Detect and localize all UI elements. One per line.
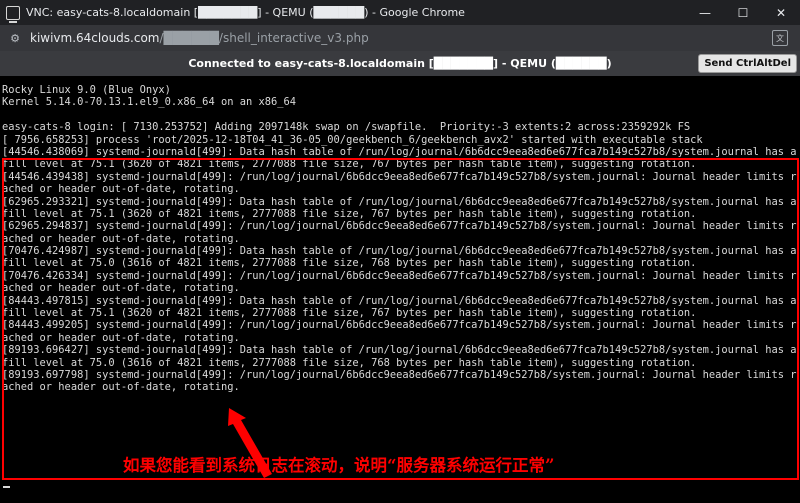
translate-icon[interactable]: 文 — [772, 30, 788, 46]
url-text[interactable]: kiwivm.64clouds.com/██████/shell_interac… — [30, 31, 772, 45]
vnc-console[interactable]: Rocky Linux 9.0 (Blue Onyx) Kernel 5.14.… — [0, 76, 800, 503]
url-path: /██████/shell_interactive_v3.php — [159, 31, 369, 45]
window-titlebar: VNC: easy-cats-8.localdomain [███████] -… — [0, 0, 800, 25]
console-cursor — [3, 486, 10, 488]
site-settings-icon[interactable]: ⚙ — [8, 31, 22, 45]
vnc-window-icon — [6, 5, 20, 23]
connection-status: Connected to easy-cats-8.localdomain [██… — [188, 57, 612, 70]
window-title: VNC: easy-cats-8.localdomain [███████] -… — [26, 6, 465, 19]
ctrl-alt-del-button[interactable]: Send CtrlAltDel — [698, 54, 797, 73]
address-bar[interactable]: ⚙ kiwivm.64clouds.com/██████/shell_inter… — [0, 25, 800, 51]
log-highlight-box — [2, 158, 799, 480]
vnc-toolbar: Connected to easy-cats-8.localdomain [██… — [0, 51, 800, 76]
minimize-button[interactable]: — — [686, 0, 724, 25]
url-host: kiwivm.64clouds.com — [30, 31, 160, 45]
annotation-caption: 如果您能看到系统日志在滚动，说明“服务器系统运行正常” — [123, 456, 555, 475]
console-line: [ 7956.658253] process 'root/2025-12-18T… — [2, 133, 703, 146]
console-line: Kernel 5.14.0-70.13.1.el9_0.x86_64 on an… — [2, 96, 297, 109]
close-button[interactable]: ✕ — [762, 0, 800, 25]
console-line: easy-cats-8 login: [ 7130.253752] Adding… — [2, 121, 691, 134]
maximize-button[interactable]: ☐ — [724, 0, 762, 25]
console-line: Rocky Linux 9.0 (Blue Onyx) — [2, 84, 171, 96]
console-line: [44546.438069] systemd-journald[499]: Da… — [2, 145, 797, 158]
